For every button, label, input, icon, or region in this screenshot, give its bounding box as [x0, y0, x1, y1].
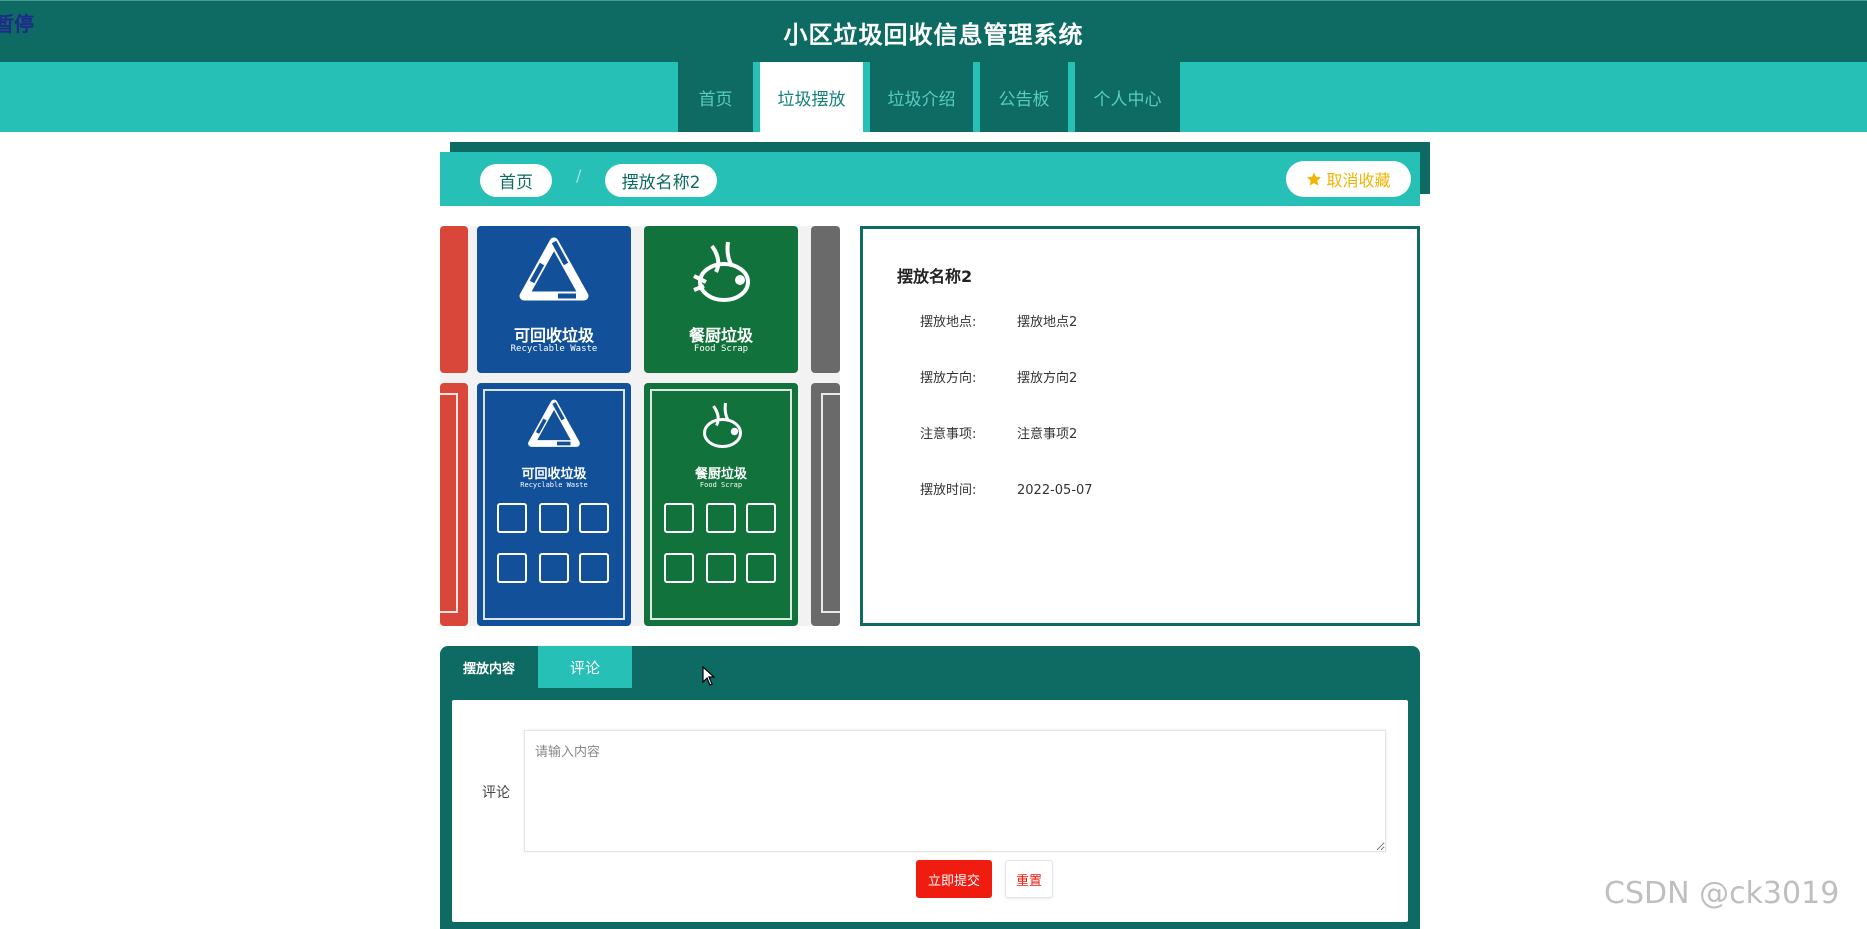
- detail-row-time: 摆放时间: 2022-05-07: [920, 479, 1093, 498]
- detail-panel: 摆放名称2 摆放地点: 摆放地点2 摆放方向: 摆放方向2 注意事项: 注意事项2 摆…: [860, 226, 1420, 626]
- breadcrumb-separator: /: [576, 166, 582, 185]
- sign-food-bottom: 餐厨垃圾 Food Scrap: [644, 383, 798, 626]
- sign-gray-bottom-edge: [811, 383, 840, 626]
- watermark: CSDN @ck3019: [1604, 876, 1840, 911]
- comment-textarea[interactable]: [524, 730, 1386, 852]
- comment-panel: 评论 立即提交 重置: [440, 688, 1420, 929]
- detail-title: 摆放名称2: [897, 267, 973, 286]
- sign-red-bottom-edge: [440, 383, 468, 626]
- detail-value: 注意事项2: [1017, 427, 1078, 442]
- mouse-cursor-icon: [702, 666, 716, 686]
- pause-overlay-label: 暂停: [0, 12, 34, 36]
- comment-form: 评论 立即提交 重置: [452, 700, 1408, 922]
- nav-item-notice-board[interactable]: 公告板: [980, 62, 1068, 132]
- breadcrumb-current[interactable]: 摆放名称2: [605, 164, 717, 197]
- food-scrap-icon: [693, 241, 750, 302]
- sign-food-bottom-cn: 餐厨垃圾: [694, 467, 747, 482]
- tab-placement-content[interactable]: 摆放内容: [440, 646, 538, 688]
- recycle-icon-small: [528, 399, 580, 447]
- sign-food-cn: 餐厨垃圾: [688, 326, 753, 345]
- sign-recyclable-top: 可回收垃圾 Recyclable Waste: [477, 226, 631, 373]
- main-nav: 首页 垃圾摆放 垃圾介绍 公告板 个人中心: [0, 62, 1867, 132]
- detail-row-notes: 注意事项: 注意事项2: [920, 423, 1077, 442]
- detail-label: 摆放时间:: [920, 483, 977, 498]
- breadcrumb: 首页 / 摆放名称2 取消收藏: [440, 152, 1420, 206]
- unfavorite-button[interactable]: 取消收藏: [1286, 161, 1411, 197]
- nav-item-personal-center[interactable]: 个人中心: [1075, 62, 1180, 132]
- sign-recyclable-bottom-cn: 可回收垃圾: [521, 467, 587, 482]
- detail-label: 摆放地点:: [920, 315, 977, 330]
- star-icon: [1307, 172, 1322, 186]
- sign-food-top: 餐厨垃圾 Food Scrap: [644, 226, 798, 373]
- detail-value: 2022-05-07: [1017, 483, 1093, 498]
- sign-recyclable-en: Recyclable Waste: [510, 344, 598, 354]
- detail-row-direction: 摆放方向: 摆放方向2: [920, 367, 1077, 386]
- sign-food-en: Food Scrap: [693, 344, 749, 354]
- app-header: 小区垃圾回收信息管理系统: [0, 0, 1867, 62]
- detail-label: 摆放方向:: [920, 371, 977, 386]
- nav-item-garbage-placement[interactable]: 垃圾摆放: [760, 62, 863, 132]
- food-scrap-icon-small: [703, 402, 742, 448]
- sign-recyclable-cn: 可回收垃圾: [513, 326, 594, 345]
- sign-recyclable-bottom: 可回收垃圾 Recyclable Waste: [477, 383, 631, 626]
- tab-comments[interactable]: 评论: [538, 646, 632, 688]
- breadcrumb-home[interactable]: 首页: [480, 164, 552, 197]
- sign-red-top-edge: [440, 226, 468, 373]
- unfavorite-label: 取消收藏: [1326, 171, 1391, 190]
- detail-label: 注意事项:: [920, 427, 977, 442]
- sign-recyclable-bottom-en: Recyclable Waste: [520, 481, 588, 489]
- recycle-icon: [519, 237, 589, 301]
- detail-value: 摆放地点2: [1017, 315, 1078, 330]
- comment-label: 评论: [482, 785, 510, 801]
- detail-row-location: 摆放地点: 摆放地点2: [920, 311, 1077, 330]
- app-title: 小区垃圾回收信息管理系统: [783, 21, 1084, 49]
- sign-gray-top-edge: [811, 226, 840, 373]
- nav-item-garbage-intro[interactable]: 垃圾介绍: [870, 62, 973, 132]
- nav-item-home[interactable]: 首页: [678, 62, 753, 132]
- detail-value: 摆放方向2: [1017, 371, 1078, 386]
- submit-button[interactable]: 立即提交: [916, 860, 992, 898]
- reset-button[interactable]: 重置: [1005, 860, 1053, 898]
- product-image: 可回收垃圾 Recyclable Waste 餐厨垃圾 Food Scrap 可…: [440, 226, 840, 626]
- sign-food-bottom-en: Food Scrap: [699, 481, 743, 489]
- content-tabs: 摆放内容 评论: [440, 646, 1420, 688]
